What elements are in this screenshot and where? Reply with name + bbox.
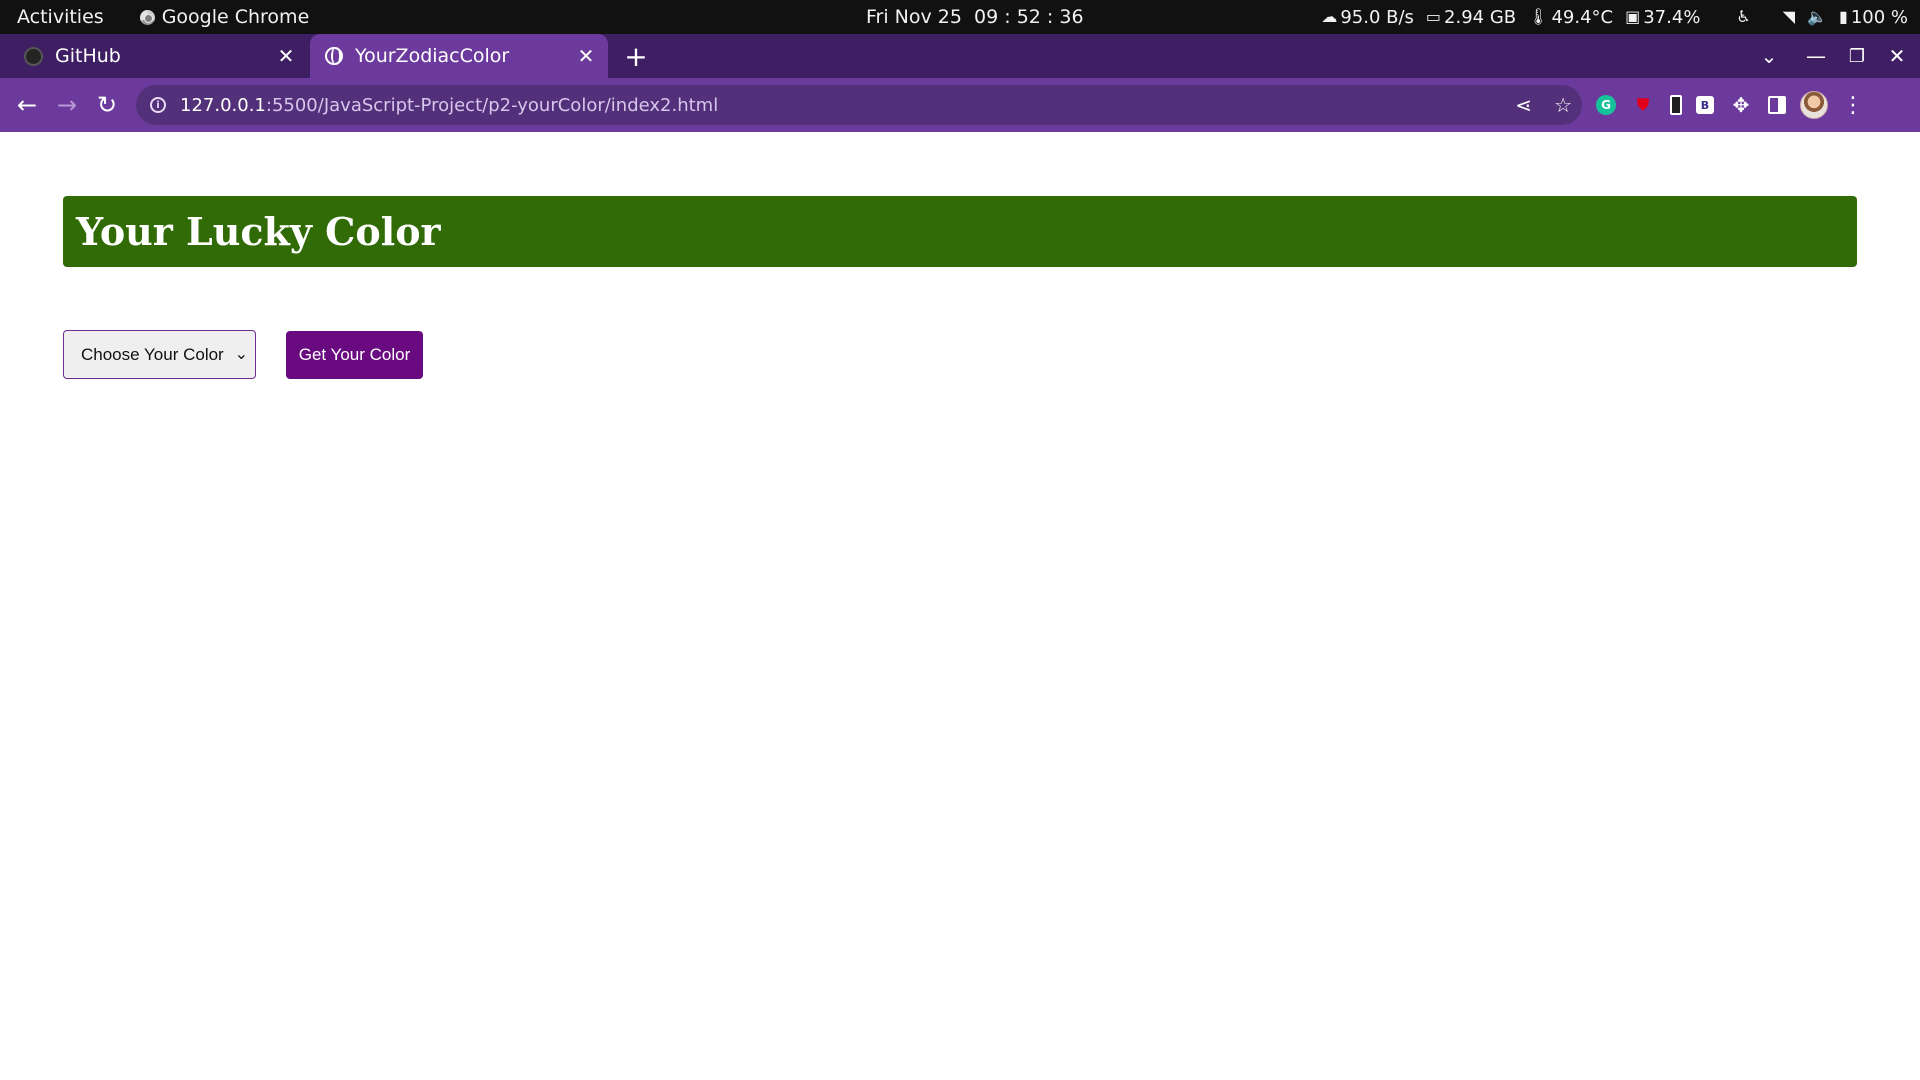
get-color-button[interactable]: Get Your Color bbox=[286, 331, 423, 379]
accessibility-icon[interactable]: ♿ bbox=[1736, 9, 1750, 25]
site-info-icon[interactable]: i bbox=[150, 97, 166, 113]
share-icon[interactable]: ⋖ bbox=[1515, 93, 1532, 117]
tab-title: YourZodiacColor bbox=[355, 45, 510, 67]
net-speed-value: 95.0 B/s bbox=[1340, 6, 1414, 28]
tab-search-chevron-icon[interactable]: ⌄ bbox=[1754, 34, 1784, 78]
net-speed-indicator: ☁ 95.0 B/s bbox=[1321, 7, 1414, 28]
chrome-icon bbox=[139, 9, 155, 25]
tab-yourzodiaccolor[interactable]: YourZodiacColor ✕ bbox=[310, 34, 608, 78]
profile-avatar[interactable] bbox=[1800, 91, 1828, 119]
url-path: :5500/JavaScript-Project/p2-yourColor/in… bbox=[265, 94, 719, 116]
memory-value: 2.94 GB bbox=[1444, 6, 1517, 28]
window-close-icon[interactable]: ✕ bbox=[1882, 34, 1912, 78]
ublock-extension-icon[interactable]: ⛊ bbox=[1630, 92, 1656, 118]
battery-value: 100 % bbox=[1850, 6, 1908, 28]
extensions-area: G ⛊ B ✥ ⋮ bbox=[1596, 90, 1864, 120]
b-extension-icon[interactable]: B bbox=[1696, 96, 1714, 114]
grammarly-extension-icon[interactable]: G bbox=[1596, 95, 1616, 115]
browser-toolbar: ← → ↻ i 127.0.0.1:5500/JavaScript-Projec… bbox=[0, 78, 1920, 132]
extensions-puzzle-icon[interactable]: ✥ bbox=[1728, 92, 1754, 118]
thermometer-icon: 🌡 bbox=[1528, 7, 1549, 26]
bookmark-star-icon[interactable]: ☆ bbox=[1554, 93, 1572, 117]
cloud-icon: ☁ bbox=[1321, 7, 1338, 26]
reload-icon[interactable]: ↻ bbox=[92, 90, 122, 120]
status-area[interactable]: ☁ 95.0 B/s ▭ 2.94 GB 🌡 49.4°C ▣ 37.4% ♿ … bbox=[1321, 0, 1908, 34]
phone-extension-icon[interactable] bbox=[1670, 95, 1682, 115]
battery-indicator: ▮ 100 % bbox=[1839, 7, 1908, 28]
back-arrow-icon[interactable]: ← bbox=[12, 90, 42, 120]
chevron-down-icon: ⌄ bbox=[234, 346, 248, 363]
restore-icon[interactable]: ❐ bbox=[1842, 34, 1872, 78]
cpu-icon: ▣ bbox=[1625, 7, 1641, 26]
page-content: Your Lucky Color Choose Your Color ⌄ Get… bbox=[0, 132, 1920, 1080]
clock[interactable]: Fri Nov 25 09 : 52 : 36 bbox=[866, 0, 1084, 34]
tab-github[interactable]: GitHub ✕ bbox=[0, 34, 308, 78]
minimize-icon[interactable]: — bbox=[1801, 34, 1831, 78]
temperature-indicator: 🌡 49.4°C bbox=[1528, 7, 1613, 28]
url-host: 127.0.0.1 bbox=[180, 94, 266, 116]
close-icon[interactable]: ✕ bbox=[274, 44, 298, 68]
cpu-indicator: ▣ 37.4% bbox=[1625, 7, 1700, 28]
wifi-icon: ◥ bbox=[1782, 7, 1796, 26]
select-value: Choose Your Color bbox=[81, 344, 224, 364]
header-banner: Your Lucky Color bbox=[63, 196, 1857, 267]
activities-button[interactable]: Activities bbox=[17, 6, 104, 28]
memory-indicator: ▭ 2.94 GB bbox=[1426, 7, 1516, 28]
temperature-value: 49.4°C bbox=[1551, 6, 1614, 28]
tab-strip: GitHub ✕ YourZodiacColor ✕ + ⌄ — ❐ ✕ bbox=[0, 34, 1920, 78]
volume-icon: 🔈 bbox=[1807, 7, 1827, 26]
globe-icon bbox=[324, 47, 343, 66]
top-bar-left: Activities Google Chrome bbox=[17, 0, 309, 34]
menu-kebab-icon[interactable]: ⋮ bbox=[1842, 93, 1864, 118]
page-title: Your Lucky Color bbox=[76, 209, 441, 254]
battery-icon: ▮ bbox=[1839, 7, 1848, 26]
color-select[interactable]: Choose Your Color ⌄ bbox=[63, 330, 256, 379]
forward-arrow-icon[interactable]: → bbox=[52, 90, 82, 120]
app-name: Google Chrome bbox=[161, 6, 310, 28]
system-top-bar: Activities Google Chrome Fri Nov 25 09 :… bbox=[0, 0, 1920, 34]
omnibox-actions: ⋖ ☆ bbox=[1515, 85, 1572, 125]
app-menu[interactable]: Google Chrome bbox=[139, 6, 310, 28]
side-panel-icon[interactable] bbox=[1768, 96, 1786, 114]
address-bar[interactable]: i 127.0.0.1:5500/JavaScript-Project/p2-y… bbox=[136, 85, 1582, 125]
tab-title: GitHub bbox=[55, 45, 121, 67]
close-icon[interactable]: ✕ bbox=[574, 44, 598, 68]
url-text[interactable]: 127.0.0.1:5500/JavaScript-Project/p2-you… bbox=[180, 95, 718, 116]
new-tab-button[interactable]: + bbox=[622, 34, 650, 78]
cpu-value: 37.4% bbox=[1643, 6, 1701, 28]
memory-icon: ▭ bbox=[1425, 7, 1442, 26]
github-icon bbox=[24, 46, 43, 66]
